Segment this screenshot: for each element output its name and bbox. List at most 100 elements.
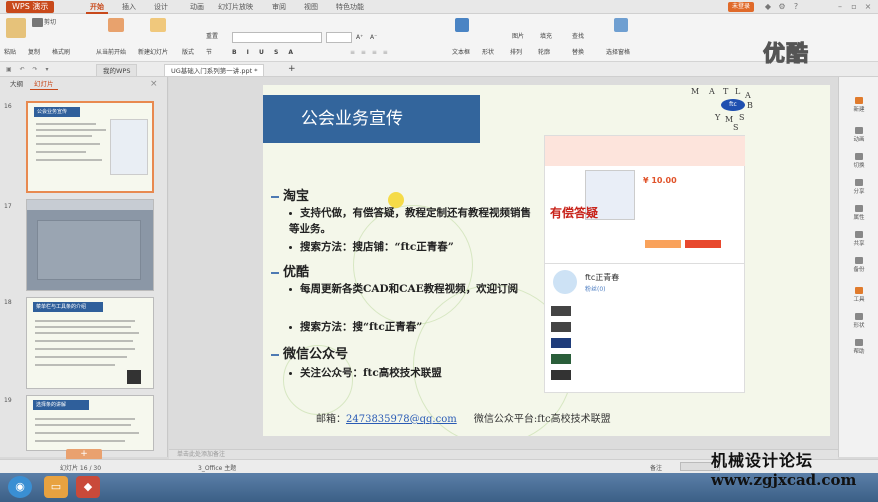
fill-button[interactable]: 填充: [540, 32, 552, 41]
tab-insert[interactable]: 插入: [118, 1, 140, 14]
right-sidebar: 新建 动画 切换 分享 属性 共享 备份 工具 形状 帮助: [838, 77, 878, 457]
thumbnail-image: [110, 119, 148, 175]
sidebar-label: 新建: [853, 107, 865, 113]
tab-slides[interactable]: 幻灯片: [30, 79, 58, 90]
reset-button[interactable]: 重置: [206, 32, 218, 41]
tab-view[interactable]: 视图: [300, 1, 322, 14]
start-button[interactable]: ◉: [8, 476, 32, 498]
sidebar-collaborate[interactable]: 共享: [843, 231, 875, 247]
sidebar-new[interactable]: 新建: [843, 97, 875, 113]
tab-slideshow[interactable]: 幻灯片放映: [214, 1, 257, 14]
section-heading[interactable]: 微信公众号: [271, 343, 348, 362]
picture-button[interactable]: 图片: [512, 32, 524, 41]
bullet-text: 每周更新各类CAD和CAE教程视频，欢迎订阅: [300, 283, 519, 295]
new-tab-button[interactable]: +: [288, 65, 296, 74]
tab-outline[interactable]: 大纲: [6, 79, 27, 90]
sidebar-label: 属性: [853, 215, 865, 221]
paragraph-buttons[interactable]: ≡ ≡ ≡ ≡: [350, 48, 390, 57]
slide-thumbnail[interactable]: 公会业务宣传: [26, 101, 154, 193]
sidebar-help[interactable]: 帮助: [843, 339, 875, 355]
help-icon[interactable]: ?: [790, 1, 802, 13]
skin-icon[interactable]: ◆: [762, 1, 774, 13]
sidebar-shape[interactable]: 形状: [843, 313, 875, 329]
textbox-icon[interactable]: [455, 18, 469, 32]
quick-access-toolbar[interactable]: ▣ ↶ ↷ ▾: [6, 65, 51, 74]
select-pane-icon[interactable]: [614, 18, 628, 32]
replace-button[interactable]: 替换: [572, 48, 584, 57]
slide-number: 17: [4, 203, 12, 210]
slide[interactable]: 公会业务宣传 淘宝 支持代做，有偿答疑，教程定制还有教程视频销售等业务。 搜索方…: [263, 85, 830, 436]
settings-icon[interactable]: ⚙: [776, 1, 788, 13]
bullet-text: 搜索方法：搜“ftc正青春”: [300, 321, 423, 333]
slide-number: 18: [4, 299, 12, 306]
bullet-item[interactable]: 关注公众号：ftc高校技术联盟: [289, 365, 539, 381]
slideshow-icon[interactable]: [108, 18, 124, 32]
close-icon[interactable]: ×: [862, 1, 874, 13]
notes-toggle[interactable]: 备注: [650, 463, 662, 472]
section-heading[interactable]: 优酷: [271, 261, 309, 280]
sidebar-animation[interactable]: 动画: [843, 127, 875, 143]
slide-thumbnail[interactable]: 选择条的讲解: [26, 395, 154, 451]
help-icon: [855, 339, 863, 346]
tab-home[interactable]: 开始: [86, 1, 108, 14]
shrink-font-button[interactable]: A⁻: [370, 33, 377, 42]
font-family-select[interactable]: [232, 32, 322, 43]
tab-review[interactable]: 审阅: [268, 1, 290, 14]
format-painter-button[interactable]: 格式刷: [52, 48, 70, 57]
font-style-buttons[interactable]: B I U S A: [232, 48, 297, 57]
video-thumb: [551, 306, 571, 316]
bullet-item[interactable]: 支持代做，有偿答疑，教程定制还有教程视频销售等业务。: [289, 205, 539, 237]
minimize-icon[interactable]: –: [834, 1, 846, 13]
textbox-button[interactable]: 文本框: [452, 48, 470, 57]
sidebar-tools[interactable]: 工具: [843, 287, 875, 303]
slide-counter: 幻灯片 16 / 30: [60, 465, 102, 472]
slide-title[interactable]: 公会业务宣传: [263, 95, 480, 143]
email-link[interactable]: 2473835978@qq.com: [346, 414, 457, 425]
sidebar-share[interactable]: 分享: [843, 179, 875, 195]
slide-thumbnail[interactable]: [26, 199, 154, 291]
slide-number: 19: [4, 397, 12, 404]
tab-current-document[interactable]: UG基础入门系列第一讲.ppt *: [164, 64, 265, 76]
shape-button[interactable]: 形状: [482, 48, 494, 57]
close-panel-icon[interactable]: ×: [150, 79, 158, 89]
sidebar-properties[interactable]: 属性: [843, 205, 875, 221]
tab-animation[interactable]: 动画: [186, 1, 208, 14]
login-button[interactable]: 未登录: [728, 2, 754, 12]
arrange-button[interactable]: 排列: [510, 48, 522, 57]
bullet-item[interactable]: 搜索方法：搜店铺：“ftc正青春”: [289, 239, 539, 255]
slide-thumbnail[interactable]: 菜单栏与工具条的介绍: [26, 297, 154, 389]
paste-button[interactable]: 粘贴: [4, 48, 16, 57]
cut-button[interactable]: 剪切: [32, 18, 56, 27]
new-slide-button[interactable]: 新建幻灯片: [138, 48, 168, 57]
file-explorer-icon[interactable]: ▭: [44, 476, 68, 498]
layout-button[interactable]: 版式: [182, 48, 194, 57]
bullet-item[interactable]: 每周更新各类CAD和CAE教程视频，欢迎订阅: [289, 281, 539, 297]
title-bar: WPS 演示 开始 插入 设计 动画 幻灯片放映 审阅 视图 特色功能 未登录 …: [0, 0, 878, 14]
grow-font-button[interactable]: A⁺: [356, 33, 363, 42]
section-heading[interactable]: 淘宝: [271, 185, 309, 204]
wechat-platform-text: 微信公众平台:ftc高校技术联盟: [473, 414, 611, 425]
from-start-button[interactable]: 从当前开始: [96, 48, 126, 57]
font-size-select[interactable]: [326, 32, 352, 43]
bullet-item[interactable]: 搜索方法：搜“ftc正青春”: [289, 319, 539, 335]
wps-taskbar-icon[interactable]: ◆: [76, 476, 100, 498]
find-button[interactable]: 查找: [572, 32, 584, 41]
theme-name: 3_Office 主题: [198, 465, 237, 472]
tab-my-wps[interactable]: 我的WPS: [96, 64, 138, 76]
copy-button[interactable]: 复制: [28, 48, 40, 57]
maximize-icon[interactable]: ▫: [848, 1, 860, 13]
section-button[interactable]: 节: [206, 48, 212, 57]
sidebar-label: 分享: [853, 189, 865, 195]
thumbnail-title: 选择条的讲解: [33, 400, 89, 410]
new-slide-icon[interactable]: [150, 18, 166, 32]
outline-button[interactable]: 轮廓: [538, 48, 550, 57]
ribbon: 粘贴 剪切 复制 格式刷 从当前开始 新建幻灯片 版式 重置 节 A⁺ A⁻ B…: [0, 14, 878, 62]
tab-design[interactable]: 设计: [150, 1, 172, 14]
tab-features[interactable]: 特色功能: [332, 1, 368, 14]
app-menu-button[interactable]: WPS 演示: [6, 1, 55, 13]
sidebar-transition[interactable]: 切换: [843, 153, 875, 169]
sidebar-label: 动画: [853, 137, 865, 143]
select-pane-button[interactable]: 选择窗格: [606, 48, 630, 57]
sidebar-backup[interactable]: 备份: [843, 257, 875, 273]
paste-icon[interactable]: [6, 18, 26, 38]
